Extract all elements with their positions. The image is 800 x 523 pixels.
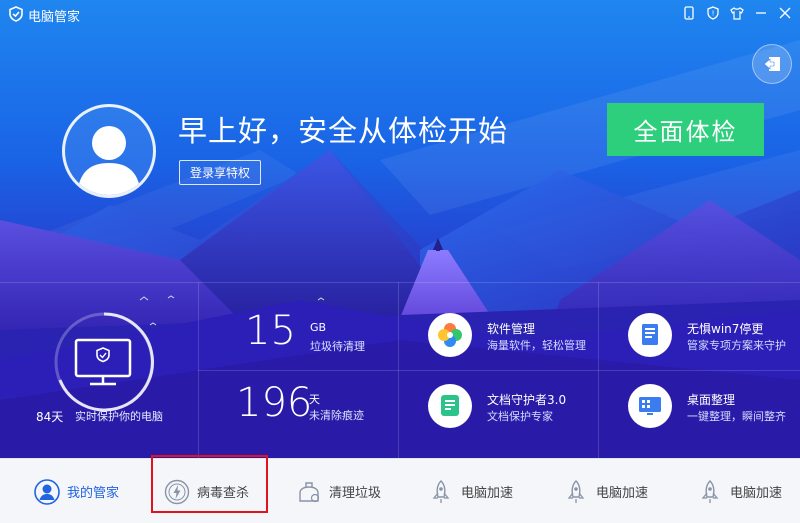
junk-text[interactable]: 垃圾待清理 — [310, 338, 365, 354]
app-title: 电脑管家 — [28, 10, 81, 25]
svg-text:!: ! — [712, 10, 715, 18]
nav-label: 电脑加速 — [596, 486, 649, 501]
nav-label: 清理垃圾 — [329, 486, 382, 501]
avatar[interactable] — [62, 104, 156, 198]
nav-label: 我的管家 — [67, 486, 120, 501]
nav-item-cleanup[interactable]: 清理垃圾 — [296, 459, 381, 523]
nav-label: 电脑加速 — [730, 486, 783, 501]
rocket-icon — [701, 479, 719, 503]
tool-subtitle: 海量软件，轻松管理 — [487, 339, 586, 352]
panel-divider — [0, 282, 800, 283]
trace-text[interactable]: 未清除痕迹 — [309, 407, 364, 423]
document-icon[interactable] — [628, 313, 672, 357]
close-icon[interactable] — [778, 5, 792, 21]
rocket-icon — [567, 479, 585, 503]
trace-value[interactable]: 196 — [236, 380, 312, 426]
tool-subtitle: 文档保护专家 — [487, 410, 553, 423]
tool-subtitle: 管家专项方案来守护 — [687, 339, 786, 352]
tool-title[interactable]: 无惧win7停更 — [687, 320, 763, 337]
cleanup-icon — [299, 481, 320, 502]
junk-unit: GB — [310, 321, 327, 334]
user-icon — [34, 478, 60, 505]
tool-title[interactable]: 文档守护者3.0 — [487, 391, 566, 408]
software-icon[interactable] — [428, 313, 472, 357]
tool-title[interactable]: 桌面整理 — [687, 391, 735, 408]
shield-icon[interactable]: ! — [706, 5, 720, 21]
junk-value[interactable]: 15 — [245, 308, 296, 354]
highlight-box — [151, 455, 268, 513]
user-avatar-icon — [77, 126, 141, 195]
nav-item-speedup[interactable]: 电脑加速 — [563, 459, 648, 523]
minimize-icon[interactable] — [754, 5, 768, 21]
exit-icon — [763, 57, 780, 71]
tool-title[interactable]: 软件管理 — [487, 320, 535, 337]
desktop-icon[interactable] — [628, 384, 672, 428]
tool-subtitle: 一键整理，瞬间整齐 — [687, 410, 786, 423]
nav-item-my-manager[interactable]: 我的管家 — [34, 459, 119, 523]
tshirt-icon[interactable] — [730, 5, 744, 21]
login-button[interactable]: 登录享特权 — [179, 160, 261, 185]
full-scan-button[interactable]: 全面体检 — [607, 103, 764, 156]
nav-item-speedup[interactable]: 电脑加速 — [697, 459, 782, 523]
exit-button[interactable] — [752, 44, 792, 84]
file-guard-icon[interactable] — [428, 384, 472, 428]
title-bar: 电脑管家 ! — [0, 0, 800, 28]
protect-days: 84天 — [36, 410, 64, 424]
panel-divider — [198, 370, 800, 371]
bottom-navigation: 我的管家 病毒查杀 清理垃圾 电脑加速 电脑加速 电脑加速 — [0, 458, 800, 523]
protect-text: 实时保护你的电脑 — [75, 410, 163, 423]
greeting-text: 早上好，安全从体检开始 — [178, 114, 509, 148]
nav-item-speedup[interactable]: 电脑加速 — [428, 459, 513, 523]
trace-unit: 天 — [309, 393, 320, 406]
phone-icon[interactable] — [682, 5, 696, 21]
app-logo-icon — [9, 6, 23, 22]
protection-status-icon[interactable] — [52, 310, 156, 414]
nav-label: 电脑加速 — [461, 486, 514, 501]
rocket-icon — [432, 479, 450, 503]
